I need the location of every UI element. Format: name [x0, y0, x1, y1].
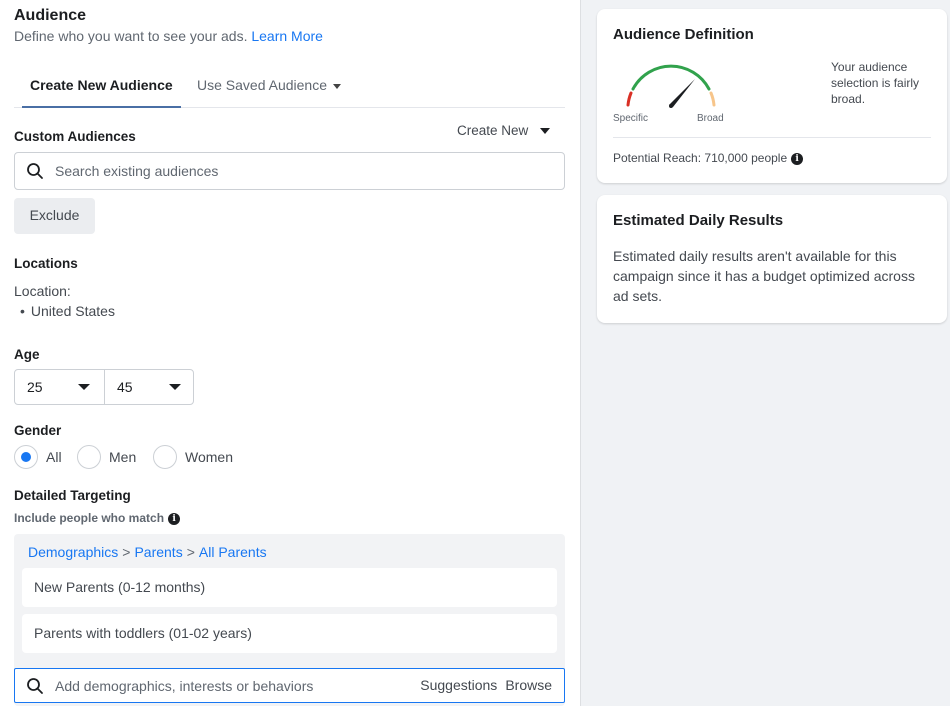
- include-label: Include people who match i: [14, 511, 181, 525]
- sidebar: Audience Definition Specific Broad Your …: [582, 0, 950, 706]
- search-icon: [27, 678, 43, 694]
- section-title: Audience: [14, 7, 87, 24]
- targeting-search-input[interactable]: [55, 669, 395, 702]
- targeting-item[interactable]: Parents with toddlers (01-02 years): [22, 614, 557, 653]
- age-min-value: 25: [27, 379, 43, 395]
- subtitle-text: Define who you want to see your ads.: [14, 28, 248, 44]
- age-max-select[interactable]: 45: [105, 370, 195, 404]
- detailed-targeting-label: Detailed Targeting: [14, 488, 131, 503]
- card-title: Estimated Daily Results: [613, 212, 784, 229]
- age-range: 25 45: [14, 369, 194, 405]
- radio-circle: [14, 445, 38, 469]
- radio-label: Men: [109, 449, 137, 465]
- gender-label: Gender: [14, 423, 62, 438]
- breadcrumb-separator: >: [122, 544, 131, 560]
- estimated-daily-results-card: Estimated Daily Results Estimated daily …: [597, 195, 947, 323]
- audience-panel: Audience Define who you want to see your…: [0, 0, 581, 706]
- breadcrumb-all-parents[interactable]: All Parents: [199, 544, 267, 560]
- potential-reach: Potential Reach: 710,000 people i: [613, 151, 804, 165]
- targeting-links: Suggestions Browse: [412, 669, 552, 702]
- breadcrumb: Demographics > Parents > All Parents: [28, 544, 267, 560]
- create-new-label: Create New: [457, 123, 529, 138]
- estimated-daily-text: Estimated daily results aren't available…: [613, 248, 915, 304]
- caret-down-icon: [332, 83, 341, 89]
- create-new-dropdown[interactable]: Create New: [457, 123, 551, 138]
- tab-create-new-audience[interactable]: Create New Audience: [22, 68, 181, 108]
- custom-audiences-label: Custom Audiences: [14, 129, 136, 144]
- locations-label: Locations: [14, 256, 78, 271]
- potential-reach-text: Potential Reach: 710,000 people: [613, 151, 788, 165]
- tab-use-saved-audience[interactable]: Use Saved Audience: [189, 68, 349, 108]
- caret-down-icon: [540, 128, 551, 135]
- exclude-button[interactable]: Exclude: [14, 198, 95, 234]
- suggestions-button[interactable]: Suggestions: [420, 677, 497, 693]
- search-icon: [27, 163, 43, 179]
- info-icon[interactable]: i: [168, 512, 181, 525]
- age-label: Age: [14, 347, 40, 362]
- radio-label: All: [46, 449, 62, 465]
- learn-more-link[interactable]: Learn More: [251, 28, 323, 44]
- gauge-specific-label: Specific: [613, 113, 649, 124]
- section-subtitle: Define who you want to see your ads. Lea…: [14, 28, 323, 44]
- tab-label: Use Saved Audience: [197, 77, 327, 93]
- caret-down-icon: [169, 384, 181, 390]
- location-item: United States: [20, 303, 115, 319]
- age-max-value: 45: [117, 379, 133, 395]
- age-min-select[interactable]: 25: [15, 370, 105, 404]
- radio-circle: [77, 445, 101, 469]
- divider: [613, 137, 931, 138]
- audience-description: Your audience selection is fairly broad.: [831, 60, 920, 106]
- tab-label: Create New Audience: [30, 77, 173, 93]
- targeting-item[interactable]: New Parents (0-12 months): [22, 568, 557, 607]
- targeting-search: Suggestions Browse: [14, 668, 565, 703]
- gauge-broad-label: Broad: [697, 113, 724, 124]
- breadcrumb-separator: >: [186, 544, 195, 560]
- audience-definition-card: Audience Definition Specific Broad Your …: [597, 9, 947, 183]
- location-label: Location:: [14, 283, 71, 299]
- search-input[interactable]: [55, 153, 405, 189]
- audience-tabs: Create New Audience Use Saved Audience: [14, 68, 565, 108]
- card-title: Audience Definition: [613, 26, 754, 43]
- include-text: Include people who match: [14, 511, 165, 525]
- info-icon[interactable]: i: [791, 152, 804, 165]
- radio-label: Women: [185, 449, 233, 465]
- caret-down-icon: [78, 384, 90, 390]
- breadcrumb-demographics[interactable]: Demographics: [28, 544, 118, 560]
- browse-button[interactable]: Browse: [505, 677, 552, 693]
- custom-audience-search: [14, 152, 565, 190]
- breadcrumb-parents[interactable]: Parents: [134, 544, 182, 560]
- radio-circle: [153, 445, 177, 469]
